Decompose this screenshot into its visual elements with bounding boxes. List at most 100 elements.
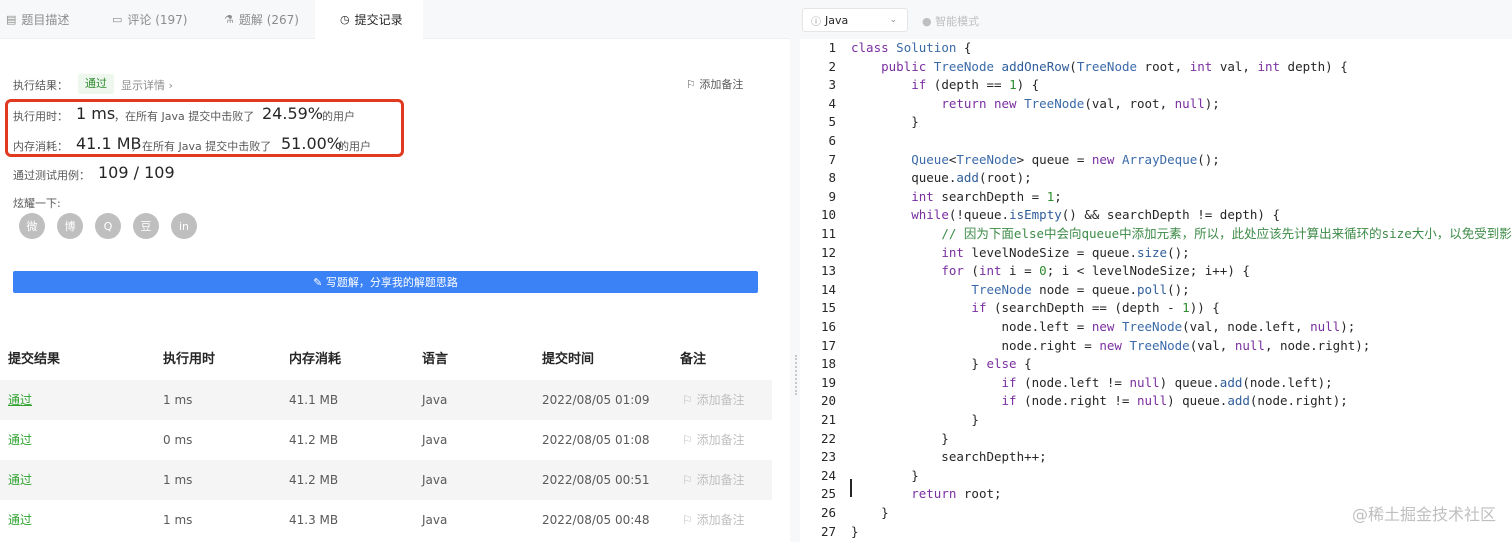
tab-submissions[interactable]: ◷ 提交记录 xyxy=(315,0,423,39)
code-line[interactable]: 2 public TreeNode addOneRow(TreeNode roo… xyxy=(800,58,1512,77)
code-line[interactable]: 20 if (node.right != null) queue.add(nod… xyxy=(800,392,1512,411)
tab-comments[interactable]: ▭ 评论 (197) xyxy=(112,0,188,39)
table-header: 提交结果 执行用时 内存消耗 语言 提交时间 备注 xyxy=(0,340,772,380)
add-note-row-button[interactable]: ⚐ 添加备注 xyxy=(682,420,745,460)
header-submit-time: 提交时间 xyxy=(542,352,595,367)
memory-cell: 41.2 MB xyxy=(289,473,339,487)
code-line[interactable]: 14 TreeNode node = queue.poll(); xyxy=(800,281,1512,300)
runtime-cell: 1 ms xyxy=(163,393,193,407)
language-select[interactable]: ⓘ Java ⌄ xyxy=(802,8,908,32)
language-cell: Java xyxy=(422,473,448,487)
add-note-row-button[interactable]: ⚐ 添加备注 xyxy=(682,380,745,420)
runtime-cell: 0 ms xyxy=(163,433,193,447)
clock-icon: ◷ xyxy=(340,13,350,26)
memory-cell: 41.2 MB xyxy=(289,433,339,447)
code-line[interactable]: 22 } xyxy=(800,430,1512,449)
code-text: if (depth == 1) { xyxy=(911,77,1040,93)
note-label: 添加备注 xyxy=(696,433,745,447)
status-link[interactable]: 通过 xyxy=(8,380,32,420)
code-text: TreeNode node = queue.poll(); xyxy=(971,281,1190,297)
line-number: 8 xyxy=(828,170,836,186)
panel-splitter[interactable] xyxy=(790,0,800,542)
add-note-row-button[interactable]: ⚐ 添加备注 xyxy=(682,460,745,500)
language-value: Java xyxy=(825,13,849,27)
write-solution-label: 写题解，分享我的解题思路 xyxy=(325,276,458,289)
code-line[interactable]: 16 node.left = new TreeNode(val, node.le… xyxy=(800,318,1512,337)
line-number: 7 xyxy=(828,151,836,167)
table-row[interactable]: 通过 0 ms 41.2 MB Java 2022/08/05 01:08 ⚐ … xyxy=(0,420,772,460)
code-text: if (node.right != null) queue.add(node.r… xyxy=(1001,393,1348,409)
memory-cell: 41.1 MB xyxy=(289,393,339,407)
submit-time-cell: 2022/08/05 01:09 xyxy=(542,393,650,407)
write-solution-button[interactable]: ✎ 写题解，分享我的解题思路 xyxy=(13,271,758,293)
note-label: 添加备注 xyxy=(696,513,745,527)
header-language: 语言 xyxy=(422,352,449,367)
code-line[interactable]: 23 searchDepth++; xyxy=(800,448,1512,467)
tab-label: 题解 (267) xyxy=(238,13,299,27)
code-line[interactable]: 5 } xyxy=(800,113,1512,132)
line-number: 2 xyxy=(828,58,836,74)
tab-label: 评论 (197) xyxy=(127,13,188,27)
code-line[interactable]: 15 if (searchDepth == (depth - 1)) { xyxy=(800,299,1512,318)
code-line[interactable]: 24 } xyxy=(800,467,1512,486)
add-note-button[interactable]: ⚐ 添加备注 xyxy=(686,76,743,92)
flask-icon: ⚗ xyxy=(224,13,234,26)
code-line[interactable]: 10 while(!queue.isEmpty() && searchDepth… xyxy=(800,206,1512,225)
code-line[interactable]: 11 // 因为下面else中会向queue中添加元素，所以，此处应该先计算出来… xyxy=(800,225,1512,244)
show-details-link[interactable]: 显示详情 › xyxy=(121,77,173,93)
line-number: 16 xyxy=(820,319,836,334)
note-label: 添加备注 xyxy=(696,473,745,487)
header-runtime: 执行用时 xyxy=(163,352,216,367)
tab-solutions[interactable]: ⚗ 题解 (267) xyxy=(224,0,299,39)
wechat-icon[interactable]: 微 xyxy=(19,213,45,239)
qq-icon[interactable]: Q xyxy=(95,213,121,239)
code-line[interactable]: 7 Queue<TreeNode> queue = new ArrayDeque… xyxy=(800,151,1512,170)
code-line[interactable]: 6 xyxy=(800,132,1512,151)
submissions-table: 提交结果 执行用时 内存消耗 语言 提交时间 备注 通过 1 ms 41.1 M… xyxy=(0,340,772,542)
submit-time-cell: 2022/08/05 00:51 xyxy=(542,473,650,487)
status-link[interactable]: 通过 xyxy=(8,420,32,460)
status-badge: 通过 xyxy=(78,74,114,94)
line-number: 10 xyxy=(820,207,836,223)
code-line[interactable]: 12 int levelNodeSize = queue.size(); xyxy=(800,244,1512,263)
code-line[interactable]: 17 node.right = new TreeNode(val, null, … xyxy=(800,337,1512,356)
share-icons: 微 博 Q 豆 in xyxy=(19,213,197,239)
code-line[interactable]: 8 queue.add(root); xyxy=(800,169,1512,188)
douban-icon[interactable]: 豆 xyxy=(133,213,159,239)
submit-time-cell: 2022/08/05 00:48 xyxy=(542,513,650,527)
line-number: 5 xyxy=(828,114,836,130)
header-memory: 内存消耗 xyxy=(289,352,342,367)
code-line[interactable]: 9 int searchDepth = 1; xyxy=(800,188,1512,207)
weibo-icon[interactable]: 博 xyxy=(57,213,83,239)
code-line[interactable]: 21 } xyxy=(800,411,1512,430)
status-link[interactable]: 通过 xyxy=(8,500,32,540)
tests-label: 通过测试用例： xyxy=(13,169,90,182)
tab-label: 提交记录 xyxy=(354,13,403,27)
editor-toolbar: ⓘ Java ⌄ ● 智能模式 xyxy=(800,0,1512,39)
code-line[interactable]: 18 } else { xyxy=(800,355,1512,374)
note-label: 添加备注 xyxy=(696,393,745,407)
smart-mode-toggle[interactable]: ● 智能模式 xyxy=(922,13,979,29)
table-row[interactable]: 通过 1 ms 41.3 MB Java 2022/08/05 00:48 ⚐ … xyxy=(0,500,772,540)
code-line[interactable]: 3 if (depth == 1) { xyxy=(800,76,1512,95)
table-row[interactable]: 通过 1 ms 41.2 MB Java 2022/08/05 00:51 ⚐ … xyxy=(0,460,772,500)
code-line[interactable]: 19 if (node.left != null) queue.add(node… xyxy=(800,374,1512,393)
language-cell: Java xyxy=(422,513,448,527)
tab-bar: ▤ 题目描述 ▭ 评论 (197) ⚗ 题解 (267) ◷ 提交记录 xyxy=(0,0,790,39)
code-text: class Solution { xyxy=(851,40,972,55)
dot-icon: ● xyxy=(922,15,936,28)
status-link[interactable]: 通过 xyxy=(8,460,32,500)
table-row[interactable]: 通过 1 ms 41.1 MB Java 2022/08/05 01:09 ⚐ … xyxy=(0,380,772,420)
code-line[interactable]: 27} xyxy=(800,523,1512,542)
splitter-grip-icon[interactable] xyxy=(795,355,798,395)
add-note-row-button[interactable]: ⚐ 添加备注 xyxy=(682,500,745,540)
comment-icon: ▭ xyxy=(112,13,123,26)
code-line[interactable]: 4 return new TreeNode(val, root, null); xyxy=(800,95,1512,114)
code-text: queue.add(root); xyxy=(851,170,1032,186)
code-line[interactable]: 1 class Solution { xyxy=(800,39,1512,58)
linkedin-icon[interactable]: in xyxy=(171,213,197,239)
line-number: 22 xyxy=(820,430,836,446)
code-editor[interactable]: 1 class Solution {2 public TreeNode addOn… xyxy=(800,39,1512,542)
tab-description[interactable]: ▤ 题目描述 xyxy=(6,0,69,39)
code-line[interactable]: 13 for (int i = 0; i < levelNodeSize; i+… xyxy=(800,262,1512,281)
